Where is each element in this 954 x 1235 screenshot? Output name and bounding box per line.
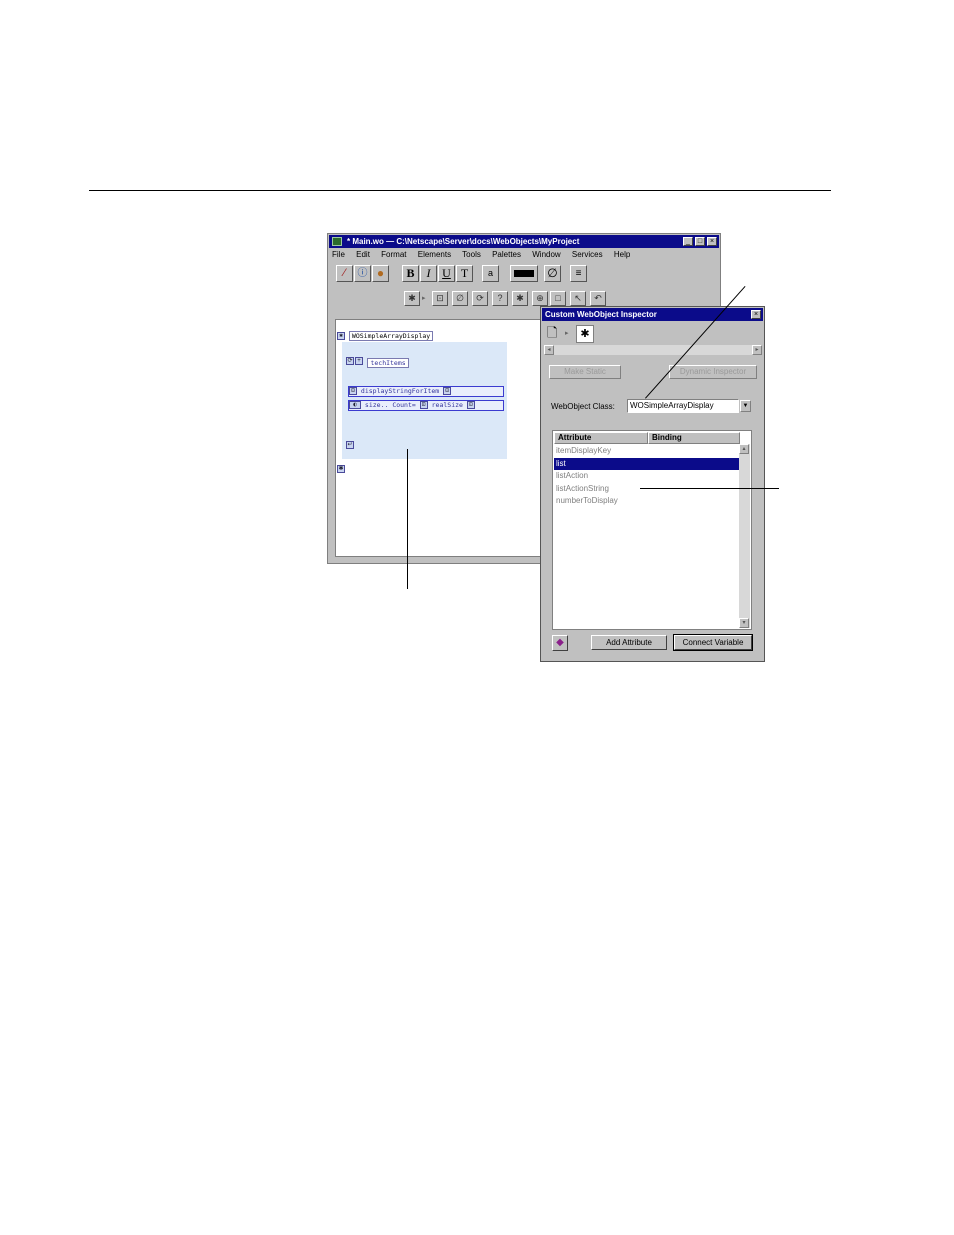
callout-line-attributes xyxy=(640,488,779,489)
menu-edit[interactable]: Edit xyxy=(356,250,370,259)
string-binding-row[interactable]: ⊡ displayStringForItem ⊡ xyxy=(348,386,504,397)
conditional-icon: ◐ xyxy=(349,401,361,409)
webobject-icon: ✱ xyxy=(337,464,345,473)
repetition-icon[interactable]: ⟳ xyxy=(472,291,488,306)
path-arrow-icon: ▸ xyxy=(565,330,569,337)
list-scrollbar[interactable]: ▴ ▾ xyxy=(739,444,750,628)
repetition-tag[interactable]: ⟳ + techItems xyxy=(346,352,409,370)
italic-button[interactable]: I xyxy=(420,265,437,282)
end-component-tag[interactable]: ✱ xyxy=(337,460,345,478)
info-icon[interactable]: ⓘ xyxy=(354,265,371,282)
close-icon[interactable]: × xyxy=(751,310,761,319)
return-icon: ↵ xyxy=(346,440,354,449)
webobject-class-label: WebObject Class: xyxy=(551,402,615,411)
maximize-icon[interactable]: □ xyxy=(695,237,705,246)
form-icon[interactable]: □ xyxy=(550,291,566,306)
link-icon[interactable]: ∅ xyxy=(544,265,561,282)
scroll-right-icon[interactable]: ▸ xyxy=(752,345,762,355)
chevron-down-icon[interactable]: ▼ xyxy=(740,400,751,412)
webobject-icon: ✱ xyxy=(337,332,345,340)
menu-palettes[interactable]: Palettes xyxy=(492,250,521,259)
close-icon[interactable]: × xyxy=(707,237,717,246)
menu-help[interactable]: Help xyxy=(614,250,630,259)
attribute-binding-list[interactable]: Attribute Binding itemDisplayKey list li… xyxy=(552,430,752,630)
underline-button[interactable]: U xyxy=(438,265,455,282)
arrow-icon: ▸ xyxy=(422,295,426,302)
inspector-title: Custom WebObject Inspector xyxy=(545,310,657,319)
menu-format[interactable]: Format xyxy=(381,250,406,259)
undo-icon[interactable]: ↶ xyxy=(590,291,606,306)
page-icon[interactable]: 🗋 xyxy=(547,325,561,341)
end-repetition-tag[interactable]: ↵ xyxy=(346,436,354,454)
font-size-icon[interactable]: a xyxy=(482,265,499,282)
dynamic-inspector-button[interactable]: Dynamic Inspector xyxy=(669,365,757,379)
list-item[interactable]: listActionString xyxy=(554,483,740,495)
custom-webobject-inspector: Custom WebObject Inspector × 🗋 ▸ ✱ ◂ ▸ M… xyxy=(540,306,765,662)
menu-bar: File Edit Format Elements Tools Palettes… xyxy=(332,250,639,262)
browser-scrollbar[interactable]: ◂ ▸ xyxy=(544,345,762,355)
callout-line-canvas xyxy=(407,449,408,589)
list-item[interactable]: itemDisplayKey xyxy=(554,445,740,457)
menu-file[interactable]: File xyxy=(332,250,345,259)
main-window-title: * Main.wo — C:\Netscape\Server\docs\WebO… xyxy=(347,237,580,246)
make-static-button[interactable]: Make Static xyxy=(549,365,621,379)
brush-icon[interactable]: ⁄ xyxy=(336,265,353,282)
string-icon: ⊡ xyxy=(466,401,475,409)
list-icon[interactable]: ≡ xyxy=(570,265,587,282)
webobject-icon[interactable]: ✱ xyxy=(404,291,420,306)
cursor-icon[interactable]: ↖ xyxy=(570,291,586,306)
star-icon[interactable]: ✱ xyxy=(512,291,528,306)
add-attribute-button[interactable]: Add Attribute xyxy=(591,635,667,650)
scroll-up-icon[interactable]: ▴ xyxy=(739,444,749,454)
string-icon: ⊡ xyxy=(443,387,452,395)
bold-button[interactable]: B xyxy=(402,265,419,282)
conditional-row[interactable]: ◐ size.. Count= ⊡ realSize ⊡ xyxy=(348,400,504,411)
minimize-icon[interactable]: _ xyxy=(683,237,693,246)
list-item[interactable]: listAction xyxy=(554,470,740,482)
repetition-icon: ⟳ xyxy=(346,356,354,365)
component-content-region[interactable]: ⟳ + techItems ⊡ displayStringForItem ⊡ ◐ … xyxy=(342,342,507,459)
string-icon[interactable]: ⊡ xyxy=(432,291,448,306)
help-icon[interactable]: ? xyxy=(492,291,508,306)
embed-icon[interactable]: ⊕ xyxy=(532,291,548,306)
app-icon xyxy=(332,237,342,246)
menu-services[interactable]: Services xyxy=(572,250,603,259)
binding-column-header[interactable]: Binding xyxy=(648,432,740,444)
menu-elements[interactable]: Elements xyxy=(418,250,451,259)
plus-icon: + xyxy=(355,356,363,365)
list-item-selected[interactable]: list xyxy=(554,458,740,470)
string-icon: ⊡ xyxy=(419,401,428,409)
header-rule xyxy=(89,190,831,191)
webobject-class-field[interactable]: WOSimpleArrayDisplay xyxy=(627,399,739,413)
component-tag[interactable]: ✱ WOSimpleArrayDisplay xyxy=(337,331,434,341)
menu-tools[interactable]: Tools xyxy=(462,250,481,259)
scroll-left-icon[interactable]: ◂ xyxy=(544,345,554,355)
palette-icon[interactable]: ● xyxy=(372,265,389,282)
main-window-titlebar[interactable]: * Main.wo — C:\Netscape\Server\docs\WebO… xyxy=(329,235,719,248)
scroll-down-icon[interactable]: ▾ xyxy=(739,618,749,628)
string-icon: ⊡ xyxy=(349,387,357,395)
menu-window[interactable]: Window xyxy=(532,250,560,259)
inspector-titlebar[interactable]: Custom WebObject Inspector × xyxy=(542,308,763,321)
color-well[interactable] xyxy=(510,265,538,282)
book-icon[interactable]: ◆ xyxy=(552,635,568,651)
connect-variable-button[interactable]: Connect Variable xyxy=(673,634,753,651)
text-button[interactable]: T xyxy=(456,265,473,282)
component-canvas[interactable]: ✱ WOSimpleArrayDisplay ⟳ + techItems ⊡ di… xyxy=(335,319,546,557)
hyperlink-icon[interactable]: ∅ xyxy=(452,291,468,306)
attribute-column-header[interactable]: Attribute xyxy=(554,432,648,444)
webobject-icon[interactable]: ✱ xyxy=(576,325,594,343)
list-item[interactable]: numberToDisplay xyxy=(554,495,740,507)
